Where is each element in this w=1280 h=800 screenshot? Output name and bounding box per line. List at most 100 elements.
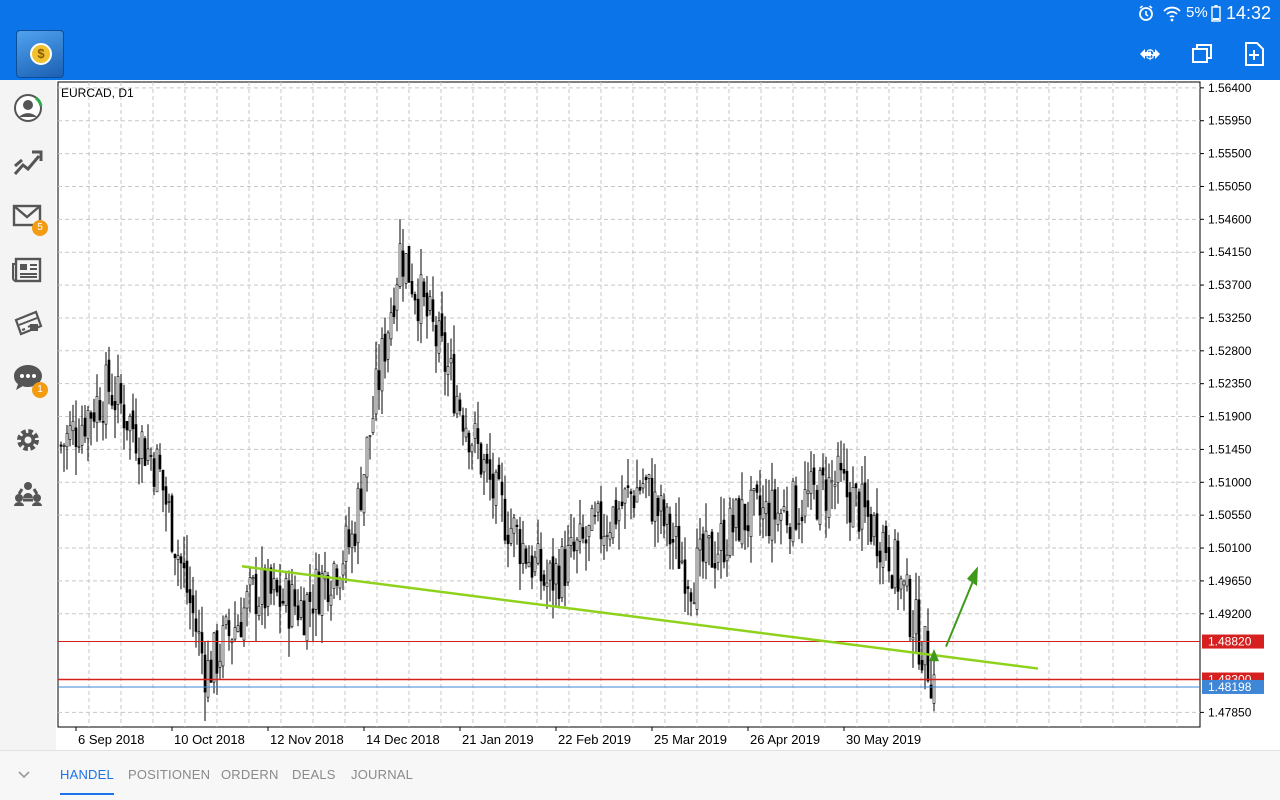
candle-body xyxy=(414,294,416,300)
candle-body xyxy=(507,535,509,544)
candle xyxy=(645,475,647,499)
candle xyxy=(96,374,98,442)
battery-icon xyxy=(1211,5,1221,26)
sidebar-item-mail[interactable]: 5 xyxy=(10,198,46,234)
candle-body xyxy=(111,395,113,405)
candle-body xyxy=(723,520,725,562)
candle xyxy=(426,276,428,339)
candle xyxy=(177,540,179,586)
candle xyxy=(717,532,719,570)
tab-deals[interactable]: DEALS xyxy=(292,767,336,782)
candle-body xyxy=(885,526,887,553)
price-chart[interactable]: 1.488201.483001.48198 1.564001.559501.55… xyxy=(56,80,1280,750)
candle-body xyxy=(603,536,605,545)
candle-body xyxy=(213,633,215,682)
candle-body xyxy=(66,433,68,446)
candle xyxy=(756,481,758,500)
sidebar-item-news[interactable] xyxy=(10,252,46,288)
candle-body xyxy=(717,554,719,563)
candle-body xyxy=(651,478,653,521)
candle-body xyxy=(609,533,611,540)
candle xyxy=(252,575,254,585)
candle xyxy=(693,582,695,604)
tab-positionen[interactable]: POSITIONEN xyxy=(128,767,210,782)
candle-body xyxy=(342,564,344,575)
candle xyxy=(231,638,233,664)
candle-body xyxy=(864,483,866,507)
candle-body xyxy=(756,485,758,492)
candle xyxy=(732,498,734,556)
candle-body xyxy=(576,540,578,551)
candle-body xyxy=(60,445,62,446)
candle xyxy=(132,394,134,443)
candle-body xyxy=(762,508,764,519)
sidebar-item-chat[interactable]: 1 xyxy=(10,360,46,396)
candle-body xyxy=(861,484,863,529)
candle-body xyxy=(927,631,929,681)
candle-body xyxy=(288,581,290,629)
candle xyxy=(207,641,209,702)
tab-handel[interactable]: HANDEL xyxy=(60,767,114,782)
price-tick-label: 1.53250 xyxy=(1208,311,1252,325)
candle-body xyxy=(132,411,134,429)
sidebar-item-calendar[interactable] xyxy=(10,306,46,342)
candle-body xyxy=(654,492,656,521)
symbol-trade-icon[interactable]: $ xyxy=(1134,38,1166,70)
candle xyxy=(180,553,182,589)
candle xyxy=(192,577,194,637)
tab-journal[interactable]: JOURNAL xyxy=(351,767,413,782)
sidebar-item-quotes[interactable] xyxy=(10,90,46,126)
sidebar-item-charts[interactable] xyxy=(10,144,46,180)
date-tick-label: 21 Jan 2019 xyxy=(462,732,534,747)
candle-body xyxy=(138,458,140,464)
candle-body xyxy=(297,606,299,620)
candle xyxy=(900,576,902,600)
candle-body xyxy=(345,526,347,561)
candle-body xyxy=(372,418,374,432)
sidebar-item-settings[interactable] xyxy=(10,422,46,458)
candle xyxy=(738,495,740,542)
candle xyxy=(174,553,176,575)
candle-body xyxy=(144,439,146,466)
candle xyxy=(216,624,218,695)
candle xyxy=(510,508,512,546)
candle-body xyxy=(570,537,572,545)
tab-ordern[interactable]: ORDERN xyxy=(221,767,279,782)
candle xyxy=(840,441,842,482)
candle-body xyxy=(198,632,200,633)
candle xyxy=(690,588,692,616)
candle xyxy=(78,418,80,453)
candle-body xyxy=(81,425,83,445)
windows-icon[interactable] xyxy=(1186,38,1218,70)
chart-area[interactable]: 1.488201.483001.48198 1.564001.559501.55… xyxy=(56,80,1280,750)
candle-body xyxy=(246,592,248,609)
candle-body xyxy=(195,619,197,632)
candle xyxy=(753,488,755,516)
candle-body xyxy=(780,514,782,521)
candle xyxy=(618,501,620,550)
candle-body xyxy=(459,400,461,411)
candle-body xyxy=(846,471,848,497)
candle xyxy=(108,347,110,405)
candle-body xyxy=(468,433,470,452)
candle-body xyxy=(531,556,533,577)
candle-body xyxy=(696,548,698,609)
sidebar-item-community[interactable] xyxy=(10,476,46,512)
app-logo[interactable]: $ xyxy=(16,30,64,78)
price-tick-label: 1.52800 xyxy=(1208,344,1252,358)
candle-body xyxy=(237,626,239,632)
candle xyxy=(90,410,92,445)
candle xyxy=(282,588,284,605)
candle-body xyxy=(75,428,77,447)
candle xyxy=(672,523,674,570)
candle-body xyxy=(186,561,188,592)
candle xyxy=(438,312,440,363)
chevron-down-icon[interactable] xyxy=(15,765,33,788)
candle xyxy=(378,344,380,410)
candle xyxy=(918,576,920,670)
new-document-icon[interactable] xyxy=(1238,38,1270,70)
candle xyxy=(849,482,851,541)
candle xyxy=(246,585,248,627)
candle-body xyxy=(855,484,857,488)
candle-body xyxy=(879,551,881,562)
